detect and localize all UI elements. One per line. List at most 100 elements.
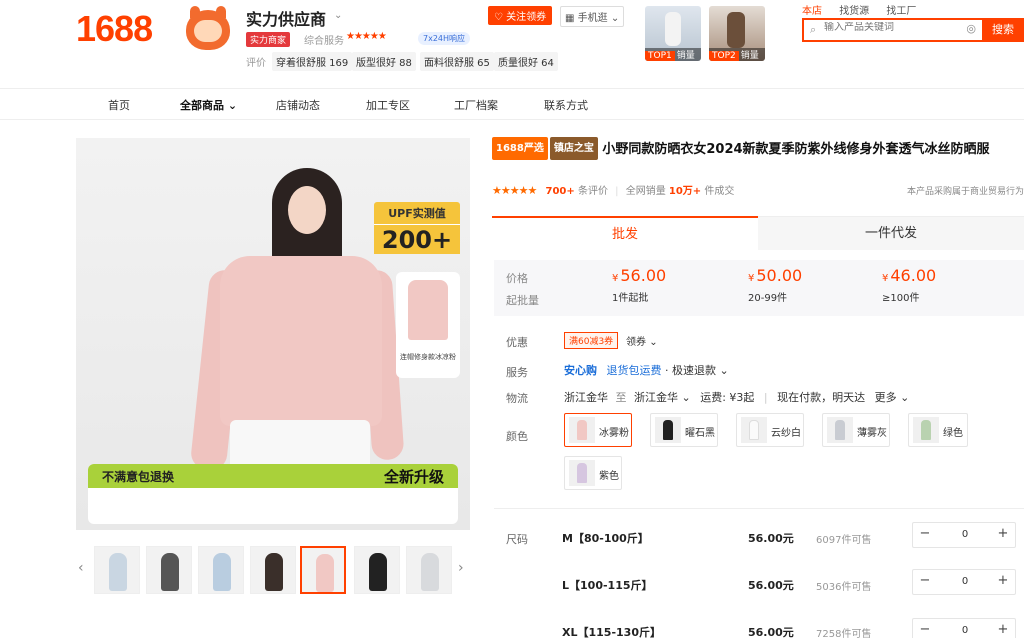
- rating-chip[interactable]: 面料很舒服 65: [420, 52, 494, 71]
- divider: [494, 508, 1024, 509]
- nav-contact[interactable]: 联系方式: [544, 97, 588, 113]
- promo-label: 优惠: [506, 336, 528, 349]
- quantity-input[interactable]: 0: [949, 529, 981, 540]
- minus-button[interactable]: −: [913, 573, 937, 588]
- promo-banner: 不满意包退换 全新升级: [88, 464, 458, 524]
- minus-button[interactable]: −: [913, 526, 937, 541]
- chevron-down-icon[interactable]: ⌄: [720, 364, 729, 377]
- top1-product-thumb[interactable]: TOP1 销量: [645, 6, 701, 61]
- shop-treasure-tag: 镇店之宝: [549, 137, 598, 160]
- site-logo[interactable]: 1688: [76, 8, 153, 50]
- color-option-gray[interactable]: 薄雾灰: [822, 413, 890, 447]
- mobile-browse-button[interactable]: ▦ 手机逛 ⌄: [560, 6, 625, 27]
- chevron-left-icon[interactable]: ‹: [78, 560, 84, 576]
- review-count[interactable]: 700+: [546, 186, 575, 197]
- get-coupon-link[interactable]: 领券 ⌄: [626, 333, 658, 348]
- strength-merchant-badge: 实力商家: [246, 32, 291, 47]
- thumbnail[interactable]: [406, 546, 452, 594]
- price-tier: ¥56.00 1件起批: [612, 266, 667, 304]
- logistics-label: 物流: [506, 392, 528, 405]
- thumbnail[interactable]: [250, 546, 296, 594]
- color-label: 颜色: [506, 430, 528, 443]
- chevron-right-icon[interactable]: ›: [458, 560, 464, 576]
- price-tier: ¥50.00 20-99件: [748, 266, 803, 304]
- heart-icon: ♡: [494, 12, 503, 23]
- plus-button[interactable]: +: [991, 526, 1015, 541]
- product-title: 1688严选 镇店之宝 小野同款防晒衣女2024新款夏季防紫外线修身外套透气冰丝防…: [492, 137, 1022, 160]
- nav-processing[interactable]: 加工专区: [366, 97, 410, 113]
- shop-navbar: 首页 全部商品 ⌄ 店铺动态 加工专区 工厂档案 联系方式: [0, 88, 1024, 120]
- color-option-purple[interactable]: 紫色: [564, 456, 622, 490]
- search-icon: ⌕: [810, 23, 817, 36]
- price-table: 价格 起批量 ¥56.00 1件起批 ¥50.00 20-99件 ¥46.00 …: [494, 260, 1024, 316]
- camera-icon[interactable]: ◎: [966, 22, 976, 35]
- quantity-input[interactable]: 0: [949, 625, 981, 636]
- search-button[interactable]: 搜索: [982, 18, 1024, 42]
- size-row: XL【115-130斤】 56.00元 7258件可售 − 0 +: [494, 610, 1024, 638]
- logistics-row: 浙江金华 至 浙江金华 ⌄ 运费: ¥3起 | 现在付款，明天达 更多 ⌄: [564, 391, 910, 404]
- quantity-stepper: − 0 +: [912, 569, 1016, 595]
- scope-this-shop[interactable]: 本店: [802, 6, 822, 17]
- search-input[interactable]: [824, 22, 954, 33]
- header: 1688 实力供应商 ⌄ 实力商家 综合服务 ★★★★★ 7x24H响应 评价 …: [0, 0, 1024, 88]
- rating-row: ★★★★★ 700+ 条评价 | 全网销量 10万+ 件成交 本产品采购属于商业…: [492, 184, 1024, 197]
- upf-badge: UPF实测值 200+: [374, 202, 460, 254]
- chevron-down-icon: ⌄: [227, 99, 238, 112]
- thumbnail-strip: ‹ ›: [76, 546, 470, 594]
- service-label: 综合服务: [304, 36, 344, 47]
- free-return-link[interactable]: 退货包运费: [607, 364, 662, 377]
- size-row: L【100-115斤】 56.00元 5036件可售 − 0 +: [494, 565, 1024, 605]
- chevron-down-icon[interactable]: ⌄: [334, 10, 342, 21]
- main-product-image[interactable]: UPF实测值 200+ 连帽修身款冰凉粉 不满意包退换 全新升级: [76, 138, 470, 530]
- scope-find-factory[interactable]: 找工厂: [886, 6, 916, 17]
- yanxuan-tag: 1688严选: [492, 137, 548, 160]
- thumbnail[interactable]: [94, 546, 140, 594]
- safe-buy-link[interactable]: 安心购: [564, 364, 597, 377]
- tab-wholesale[interactable]: 批发: [492, 216, 758, 250]
- nav-home[interactable]: 首页: [108, 97, 130, 113]
- more-shipping-link[interactable]: 更多 ⌄: [875, 391, 910, 404]
- thumbnail[interactable]: [198, 546, 244, 594]
- quantity-stepper: − 0 +: [912, 618, 1016, 638]
- chevron-down-icon: ⌄: [649, 337, 658, 348]
- nav-shop-news[interactable]: 店铺动态: [276, 97, 320, 113]
- plus-button[interactable]: +: [991, 573, 1015, 588]
- nav-factory-profile[interactable]: 工厂档案: [454, 97, 498, 113]
- color-option-white[interactable]: 云纱白: [736, 413, 804, 447]
- thumbnail[interactable]: [146, 546, 192, 594]
- follow-coupon-button[interactable]: ♡ 关注领券: [488, 6, 553, 25]
- service-label: 服务: [506, 366, 528, 379]
- rating-chip[interactable]: 穿着很舒服 169: [272, 52, 353, 71]
- product-title-block: 1688严选 镇店之宝 小野同款防晒衣女2024新款夏季防紫外线修身外套透气冰丝防…: [492, 137, 1022, 160]
- quantity-stepper: − 0 +: [912, 522, 1016, 548]
- qr-icon: ▦: [565, 13, 575, 24]
- style-mini-card: 连帽修身款冰凉粉: [396, 272, 460, 378]
- scope-find-source[interactable]: 找货源: [839, 6, 869, 17]
- search-box: ⌕ ◎: [802, 18, 982, 42]
- price-tier: ¥46.00 ≥100件: [882, 266, 937, 304]
- color-option-black[interactable]: 曜石黑: [650, 413, 718, 447]
- shop-avatar-icon[interactable]: [186, 6, 230, 50]
- purchase-mode-tabs: 批发 一件代发: [492, 216, 1024, 250]
- service-stars: ★★★★★: [346, 31, 387, 42]
- ship-to-select[interactable]: 浙江金华 ⌄: [634, 391, 691, 404]
- thumbnail[interactable]: [354, 546, 400, 594]
- service-row: 安心购 退货包运费 · 极速退款 ⌄: [564, 364, 729, 377]
- color-option-green[interactable]: 绿色: [908, 413, 968, 447]
- plus-button[interactable]: +: [991, 622, 1015, 637]
- quantity-input[interactable]: 0: [949, 576, 981, 587]
- size-row: M【80-100斤】 56.00元 6097件可售 − 0 +: [494, 518, 1024, 558]
- shop-name[interactable]: 实力供应商: [246, 6, 326, 30]
- thumbnail-active[interactable]: [300, 546, 346, 594]
- rating-stars: ★★★★★: [492, 184, 537, 197]
- coupon-badge[interactable]: 满60减3券: [564, 332, 619, 349]
- response-badge: 7x24H响应: [418, 32, 471, 45]
- rating-chip[interactable]: 版型很好 88: [352, 52, 416, 71]
- rating-label: 评价: [246, 58, 266, 69]
- minus-button[interactable]: −: [913, 622, 937, 637]
- nav-all-products[interactable]: 全部商品 ⌄: [180, 97, 237, 113]
- color-option-pink[interactable]: 冰雾粉: [564, 413, 632, 447]
- top2-product-thumb[interactable]: TOP2 销量: [709, 6, 765, 61]
- tab-dropship[interactable]: 一件代发: [758, 216, 1024, 250]
- rating-chip[interactable]: 质量很好 64: [494, 52, 558, 71]
